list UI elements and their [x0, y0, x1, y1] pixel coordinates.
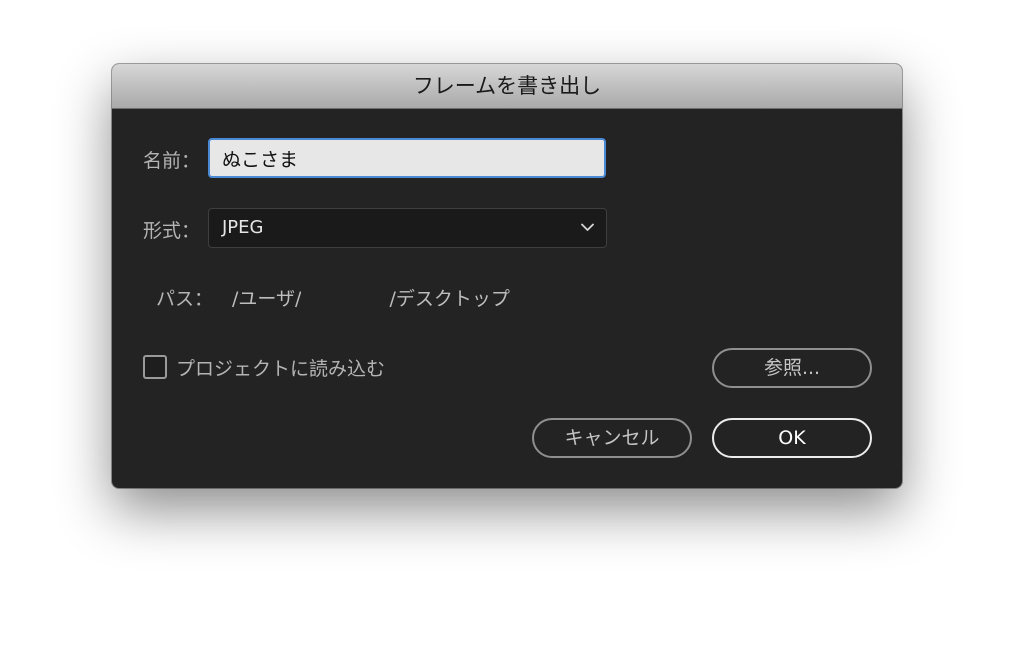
format-selected-value: JPEG	[222, 217, 264, 238]
path-suffix: /デスクトップ	[389, 288, 510, 310]
dialog-titlebar[interactable]: フレームを書き出し	[112, 64, 902, 109]
format-label: 形式：	[143, 220, 201, 242]
import-to-project-checkbox[interactable]	[143, 355, 167, 379]
import-to-project-label[interactable]: プロジェクトに読み込む	[176, 354, 385, 381]
path-value: /ユーザ/ /デスクトップ	[232, 284, 510, 311]
name-label: 名前：	[143, 150, 201, 172]
format-select[interactable]: JPEG	[208, 208, 607, 248]
name-input[interactable]	[208, 138, 606, 178]
browse-button[interactable]: 参照...	[712, 348, 872, 388]
cancel-button[interactable]: キャンセル	[532, 418, 692, 458]
ok-button[interactable]: OK	[712, 418, 872, 458]
dialog-title: フレームを書き出し	[412, 74, 602, 98]
path-prefix: /ユーザ/	[232, 288, 302, 310]
export-frame-dialog: フレームを書き出し 名前： 形式： JPEG パス： /ユーザ//デスクトップ …	[112, 64, 902, 488]
chevron-down-icon	[581, 223, 594, 231]
path-label: パス：	[156, 288, 214, 310]
redacted-username	[301, 289, 390, 310]
